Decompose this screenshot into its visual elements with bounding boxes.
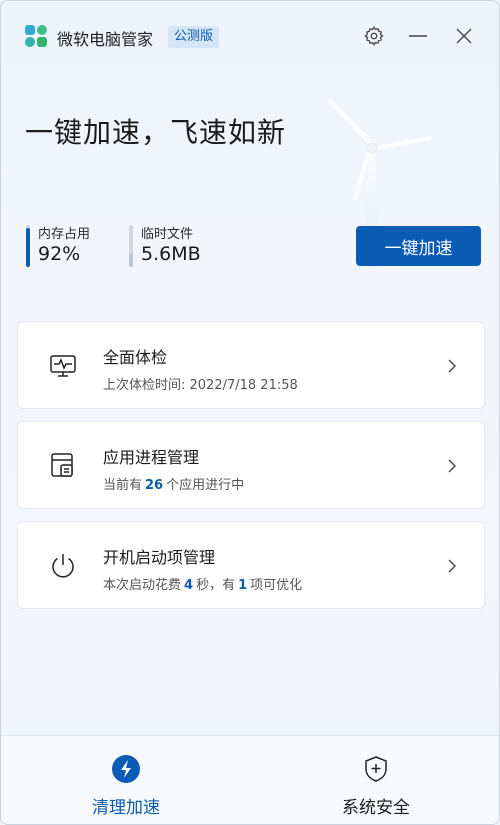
- process-manager-card[interactable]: 应用进程管理 当前有 26 个应用进行中: [17, 421, 485, 509]
- app-window: 微软电脑管家 公测版 一键加速，飞速如新 内存占用 92% 临时文件 5.6MB…: [0, 0, 500, 825]
- nav-clean-boost-label: 清理加速: [92, 798, 160, 818]
- memory-usage-bar-fill: [26, 228, 30, 267]
- card-title: 开机启动项管理: [103, 548, 216, 567]
- shield-plus-icon: [365, 756, 387, 782]
- temp-files-bar-fill: [129, 254, 133, 267]
- temp-files-label: 临时文件: [141, 227, 194, 242]
- minimize-icon: [409, 35, 427, 37]
- card-subtitle: 当前有 26 个应用进行中: [103, 474, 244, 493]
- hero-title: 一键加速，飞速如新: [25, 116, 287, 149]
- settings-button[interactable]: [361, 23, 387, 49]
- bottom-navigation: 清理加速 系统安全: [1, 735, 499, 824]
- chevron-right-icon: [448, 359, 456, 373]
- chevron-right-icon: [448, 559, 456, 573]
- memory-usage-bar: [26, 225, 30, 267]
- title-bar: 微软电脑管家 公测版: [1, 1, 499, 71]
- settings-gear-icon: [364, 26, 384, 46]
- subtitle-prefix: 当前有: [103, 478, 143, 493]
- process-manager-icon: [51, 453, 73, 477]
- app-logo-icon: [25, 25, 47, 47]
- subtitle-part-a: 本次启动花费: [103, 578, 182, 593]
- memory-usage-label: 内存占用: [38, 227, 91, 242]
- health-check-card[interactable]: 全面体检 上次体检时间: 2022/7/18 21:58: [17, 321, 485, 409]
- one-click-boost-button[interactable]: 一键加速: [356, 226, 481, 266]
- memory-usage-value: 92%: [38, 243, 81, 265]
- card-subtitle: 本次启动花费 4 秒，有 1 项可优化: [103, 574, 302, 593]
- temp-files-bar: [129, 225, 133, 267]
- close-button[interactable]: [451, 23, 477, 49]
- power-icon: [52, 554, 74, 578]
- subtitle-suffix: 个应用进行中: [166, 478, 245, 493]
- beta-badge: 公测版: [168, 26, 220, 48]
- nav-system-security-label: 系统安全: [342, 798, 410, 818]
- lightning-bolt-icon: [112, 755, 140, 783]
- startup-manager-card[interactable]: 开机启动项管理 本次启动花费 4 秒，有 1 项可优化: [17, 521, 485, 609]
- close-icon: [456, 28, 472, 44]
- subtitle-part-b: 秒，有: [196, 578, 236, 593]
- temp-files-value: 5.6MB: [141, 243, 201, 265]
- app-title: 微软电脑管家: [57, 30, 154, 49]
- card-subtitle: 上次体检时间: 2022/7/18 21:58: [103, 378, 298, 393]
- nav-system-security[interactable]: 系统安全: [251, 736, 499, 824]
- nav-clean-boost[interactable]: 清理加速: [1, 736, 251, 824]
- subtitle-part-c: 项可优化: [250, 578, 303, 593]
- chevron-right-icon: [448, 459, 456, 473]
- optimizable-items-count: 1: [238, 578, 248, 593]
- health-check-icon: [50, 355, 76, 377]
- minimize-button[interactable]: [405, 23, 431, 49]
- running-apps-count: 26: [145, 478, 164, 493]
- startup-seconds: 4: [184, 578, 194, 593]
- card-title: 全面体检: [103, 348, 168, 367]
- card-title: 应用进程管理: [103, 448, 200, 467]
